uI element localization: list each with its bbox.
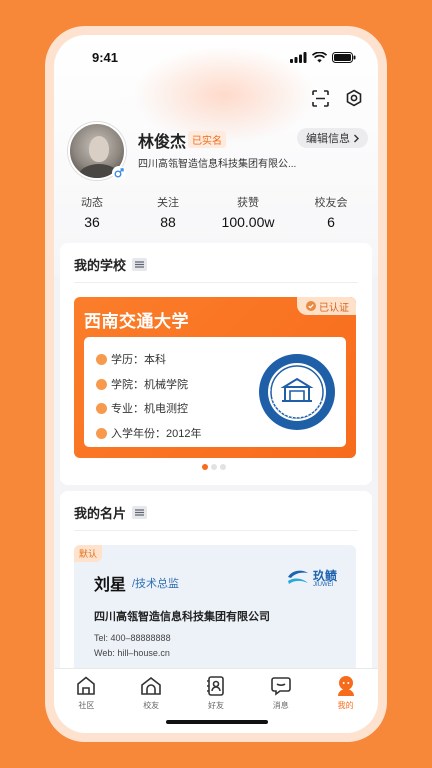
stat-label: 关注 (157, 197, 179, 209)
degree-icon (96, 353, 107, 365)
college-row: 学院：机械学院 (96, 376, 188, 392)
settings-icon[interactable] (344, 88, 364, 108)
certified-badge: 已认证 (297, 297, 356, 315)
status-time: 9:41 (92, 49, 119, 65)
stat-value: 6 (327, 214, 335, 230)
signal-icon (290, 51, 307, 63)
home-indicator (166, 720, 268, 724)
message-icon (269, 674, 293, 698)
school-logo-icon (259, 354, 335, 430)
male-icon (112, 166, 126, 180)
chevron-right-icon (354, 134, 359, 142)
major-row: 专业：机电测控 (96, 400, 188, 416)
card-name: 刘星 (94, 577, 127, 594)
pager-dot (202, 464, 208, 470)
pager-dot (211, 464, 217, 470)
stat-value: 36 (84, 214, 100, 230)
alumni-icon (139, 674, 163, 698)
top-actions (310, 88, 364, 108)
company-logo-icon (288, 570, 308, 584)
stat-likes[interactable]: 获赞 100.00w (208, 194, 288, 230)
stats-row: 动态 36 关注 88 获赞 100.00w 校友会 6 (54, 194, 378, 230)
tab-mine[interactable]: 我的 (313, 674, 378, 717)
stat-posts[interactable]: 动态 36 (56, 194, 128, 230)
tab-label: 好友 (207, 701, 224, 710)
user-name: 林俊杰 (138, 134, 187, 151)
school-section-title: 我的学校 (74, 258, 127, 273)
friends-icon (204, 674, 228, 698)
degree-row: 学历：本科 (96, 351, 166, 367)
default-tag: 默认 (74, 545, 103, 562)
user-company: 四川高瓴智造信息科技集团有限公... (138, 159, 297, 170)
year-row: 入学年份：2012年 (96, 425, 201, 441)
tab-alumni[interactable]: 校友 (119, 674, 184, 717)
school-card: 我的学校 西南交通大学 已认证 学历：本科 学院：机械学院 专业：机电测控 入学… (60, 243, 372, 485)
card-web: Web: hill–house.cn (94, 648, 170, 658)
edit-profile-label: 编辑信息 (306, 133, 350, 145)
degree-text: 学历：本科 (111, 354, 166, 366)
check-badge-icon (306, 301, 316, 311)
namecard-card: 我的名片 默认 刘星 /技术总监 玖鲼 JIUWEI 四川高瓴智造信息科技集团有… (60, 491, 372, 691)
stat-value: 88 (160, 214, 176, 230)
tab-friends[interactable]: 好友 (184, 674, 249, 717)
app-screen: 9:41 林俊杰 已实名 编辑信息 四川高瓴智造信息科技集团有限公... 动态 … (54, 35, 378, 733)
major-text: 专业：机电测控 (111, 403, 188, 415)
profile-header: 林俊杰 已实名 编辑信息 四川高瓴智造信息科技集团有限公... (68, 122, 368, 182)
pager-dot (220, 464, 226, 470)
tab-community[interactable]: 社区 (54, 674, 119, 717)
status-bar: 9:41 (54, 35, 378, 79)
tab-label: 我的 (337, 701, 354, 710)
card-company: 四川高瓴智造信息科技集团有限公司 (94, 611, 270, 623)
namecard-section-title: 我的名片 (74, 506, 127, 521)
major-icon (96, 402, 107, 414)
year-text: 入学年份：2012年 (111, 428, 202, 440)
tab-label: 消息 (272, 701, 289, 710)
list-icon[interactable] (132, 506, 148, 519)
stat-label: 校友会 (314, 197, 348, 209)
business-card[interactable]: 默认 刘星 /技术总监 玖鲼 JIUWEI 四川高瓴智造信息科技集团有限公司 T… (74, 545, 356, 675)
year-icon (96, 427, 107, 439)
college-icon (96, 378, 107, 390)
card-job-title: /技术总监 (132, 578, 180, 590)
stat-label: 获赞 (237, 197, 259, 209)
battery-icon (332, 51, 356, 63)
edit-profile-button[interactable]: 编辑信息 (297, 128, 368, 148)
stat-alumni-clubs[interactable]: 校友会 6 (288, 194, 374, 230)
phone-frame: 9:41 林俊杰 已实名 编辑信息 四川高瓴智造信息科技集团有限公... 动态 … (45, 26, 387, 742)
wifi-icon (312, 51, 327, 62)
tab-label: 校友 (143, 701, 160, 710)
stat-following[interactable]: 关注 88 (128, 194, 208, 230)
tab-label: 社区 (78, 701, 95, 710)
divider (74, 282, 358, 283)
company-logo: 玖鲼 JIUWEI (286, 567, 346, 591)
list-icon[interactable] (132, 258, 148, 271)
certified-label: 已认证 (319, 302, 349, 314)
verified-badge: 已实名 (188, 131, 226, 148)
scan-icon[interactable] (310, 88, 330, 108)
logo-subtext: JIUWEI (313, 582, 334, 588)
mine-icon (334, 674, 358, 698)
stat-label: 动态 (81, 197, 103, 209)
community-icon (74, 674, 98, 698)
stat-value: 100.00w (221, 214, 275, 230)
school-info-panel: 学历：本科 学院：机械学院 专业：机电测控 入学年份：2012年 (84, 337, 346, 447)
school-name: 西南交通大学 (84, 312, 189, 331)
card-tel: Tel: 400–88888888 (94, 633, 171, 643)
school-banner[interactable]: 西南交通大学 已认证 学历：本科 学院：机械学院 专业：机电测控 入学年份：20… (74, 297, 356, 458)
divider (74, 530, 358, 531)
pager-dots[interactable] (202, 464, 226, 470)
tab-bar: 社区 校友 好友 消息 我的 (54, 668, 378, 733)
college-text: 学院：机械学院 (111, 379, 188, 391)
tab-messages[interactable]: 消息 (248, 674, 313, 717)
